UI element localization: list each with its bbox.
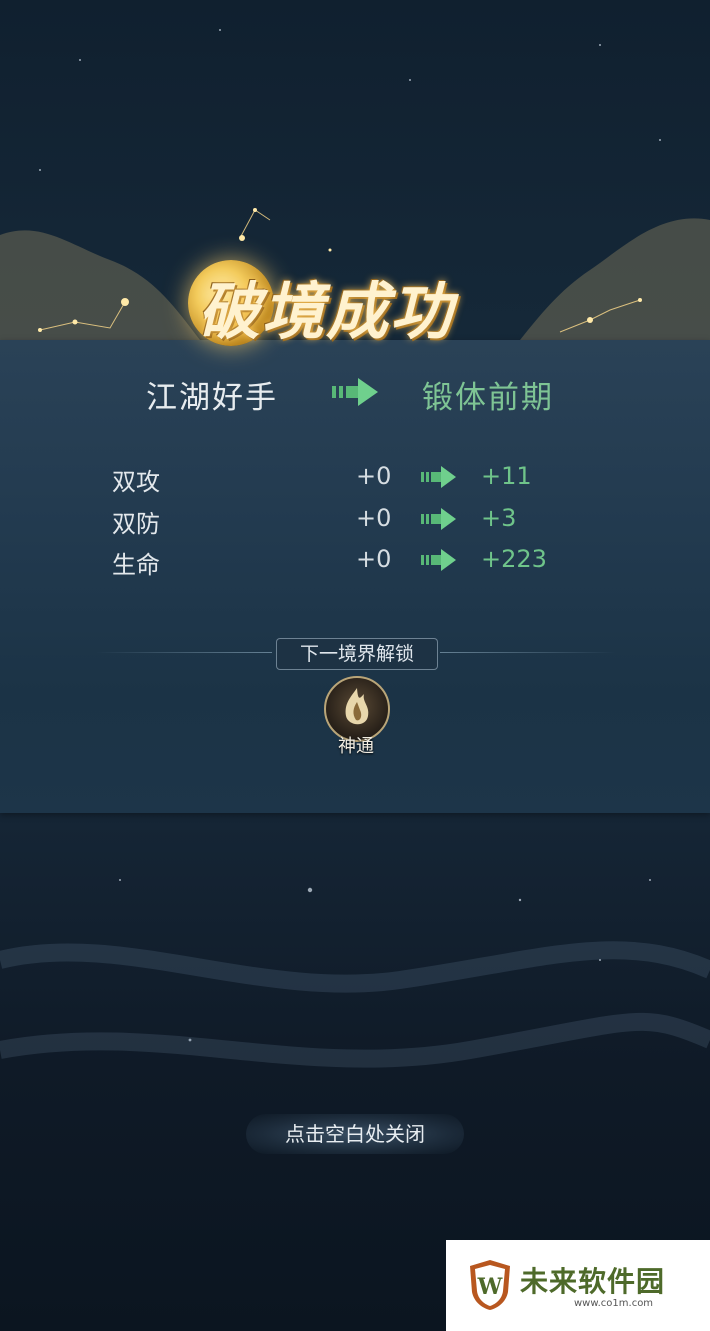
rank-change-row: 江湖好手 锻体前期 — [0, 368, 710, 416]
stat-new-value: +11 — [481, 462, 532, 490]
watermark-name: 未来软件园 — [520, 1265, 666, 1298]
stat-name: 生命 — [112, 551, 160, 579]
shield-logo-icon: W — [470, 1260, 510, 1310]
watermark: W 未来软件园 www.co1m.com — [446, 1240, 710, 1331]
close-hint-button[interactable]: 点击空白处关闭 — [246, 1114, 464, 1154]
stat-old-value: +0 — [356, 504, 392, 532]
stat-old-value: +0 — [356, 545, 392, 573]
page-title: 破境成功 — [198, 275, 455, 348]
svg-text:W: W — [477, 1274, 503, 1300]
next-realm-unlock-label: 下一境界解锁 — [276, 638, 438, 670]
divider — [96, 652, 272, 653]
rank-to: 锻体前期 — [422, 380, 554, 416]
stat-row: 生命 +0 +223 — [0, 543, 710, 579]
stat-new-value: +223 — [481, 545, 547, 573]
watermark-url: www.co1m.com — [574, 1298, 654, 1309]
title-banner: 破境成功 — [180, 250, 540, 360]
arrow-right-icon — [421, 466, 456, 488]
flame-icon — [345, 688, 369, 725]
arrow-right-icon — [332, 378, 378, 406]
stat-row: 双攻 +0 +11 — [0, 460, 710, 496]
stat-old-value: +0 — [356, 462, 392, 490]
arrow-right-icon — [421, 549, 456, 571]
divider — [440, 652, 616, 653]
stat-new-value: +3 — [481, 504, 517, 532]
stat-name: 双防 — [112, 510, 160, 538]
skill-label: 神通 — [338, 736, 374, 757]
stat-row: 双防 +0 +3 — [0, 502, 710, 538]
arrow-right-icon — [421, 508, 456, 530]
rank-from: 江湖好手 — [146, 380, 278, 416]
stat-name: 双攻 — [112, 468, 160, 496]
